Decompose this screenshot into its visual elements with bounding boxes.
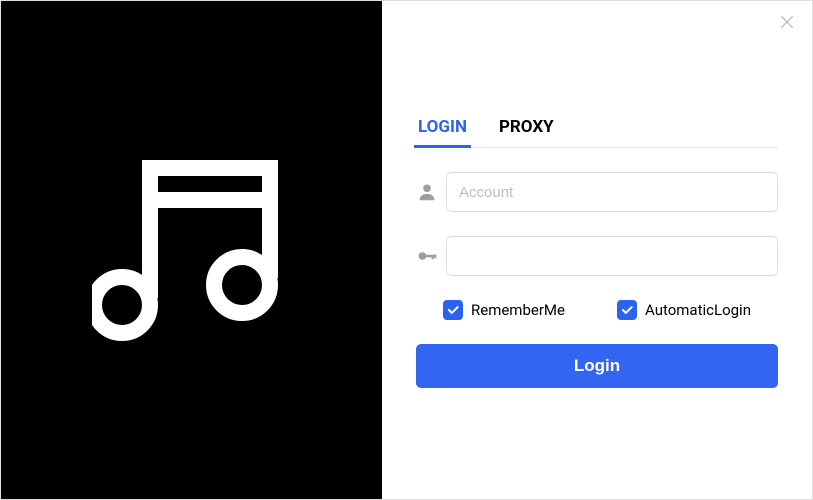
login-button[interactable]: Login: [416, 344, 778, 388]
checkbox-checked-icon: [617, 300, 637, 320]
automatic-login-checkbox[interactable]: AutomaticLogin: [617, 300, 751, 320]
password-input[interactable]: [446, 236, 778, 276]
tab-proxy[interactable]: PROXY: [497, 111, 556, 147]
tab-login[interactable]: LOGIN: [416, 111, 469, 147]
form-panel: LOGIN PROXY: [382, 1, 812, 499]
brand-panel: [1, 1, 382, 499]
remember-me-checkbox[interactable]: RememberMe: [443, 300, 565, 320]
tabs: LOGIN PROXY: [416, 111, 778, 148]
close-button[interactable]: [776, 13, 798, 35]
key-icon: [416, 245, 446, 267]
checkbox-row: RememberMe AutomaticLogin: [416, 300, 778, 320]
login-form: RememberMe AutomaticLogin Login: [416, 172, 778, 388]
person-icon: [416, 181, 446, 203]
password-row: [416, 236, 778, 276]
account-row: [416, 172, 778, 212]
automatic-login-label: AutomaticLogin: [645, 301, 751, 319]
close-icon: [779, 14, 795, 34]
account-input[interactable]: [446, 172, 778, 212]
music-note-icon: [92, 148, 292, 353]
login-window: LOGIN PROXY: [0, 0, 813, 500]
checkbox-checked-icon: [443, 300, 463, 320]
remember-me-label: RememberMe: [471, 301, 565, 319]
